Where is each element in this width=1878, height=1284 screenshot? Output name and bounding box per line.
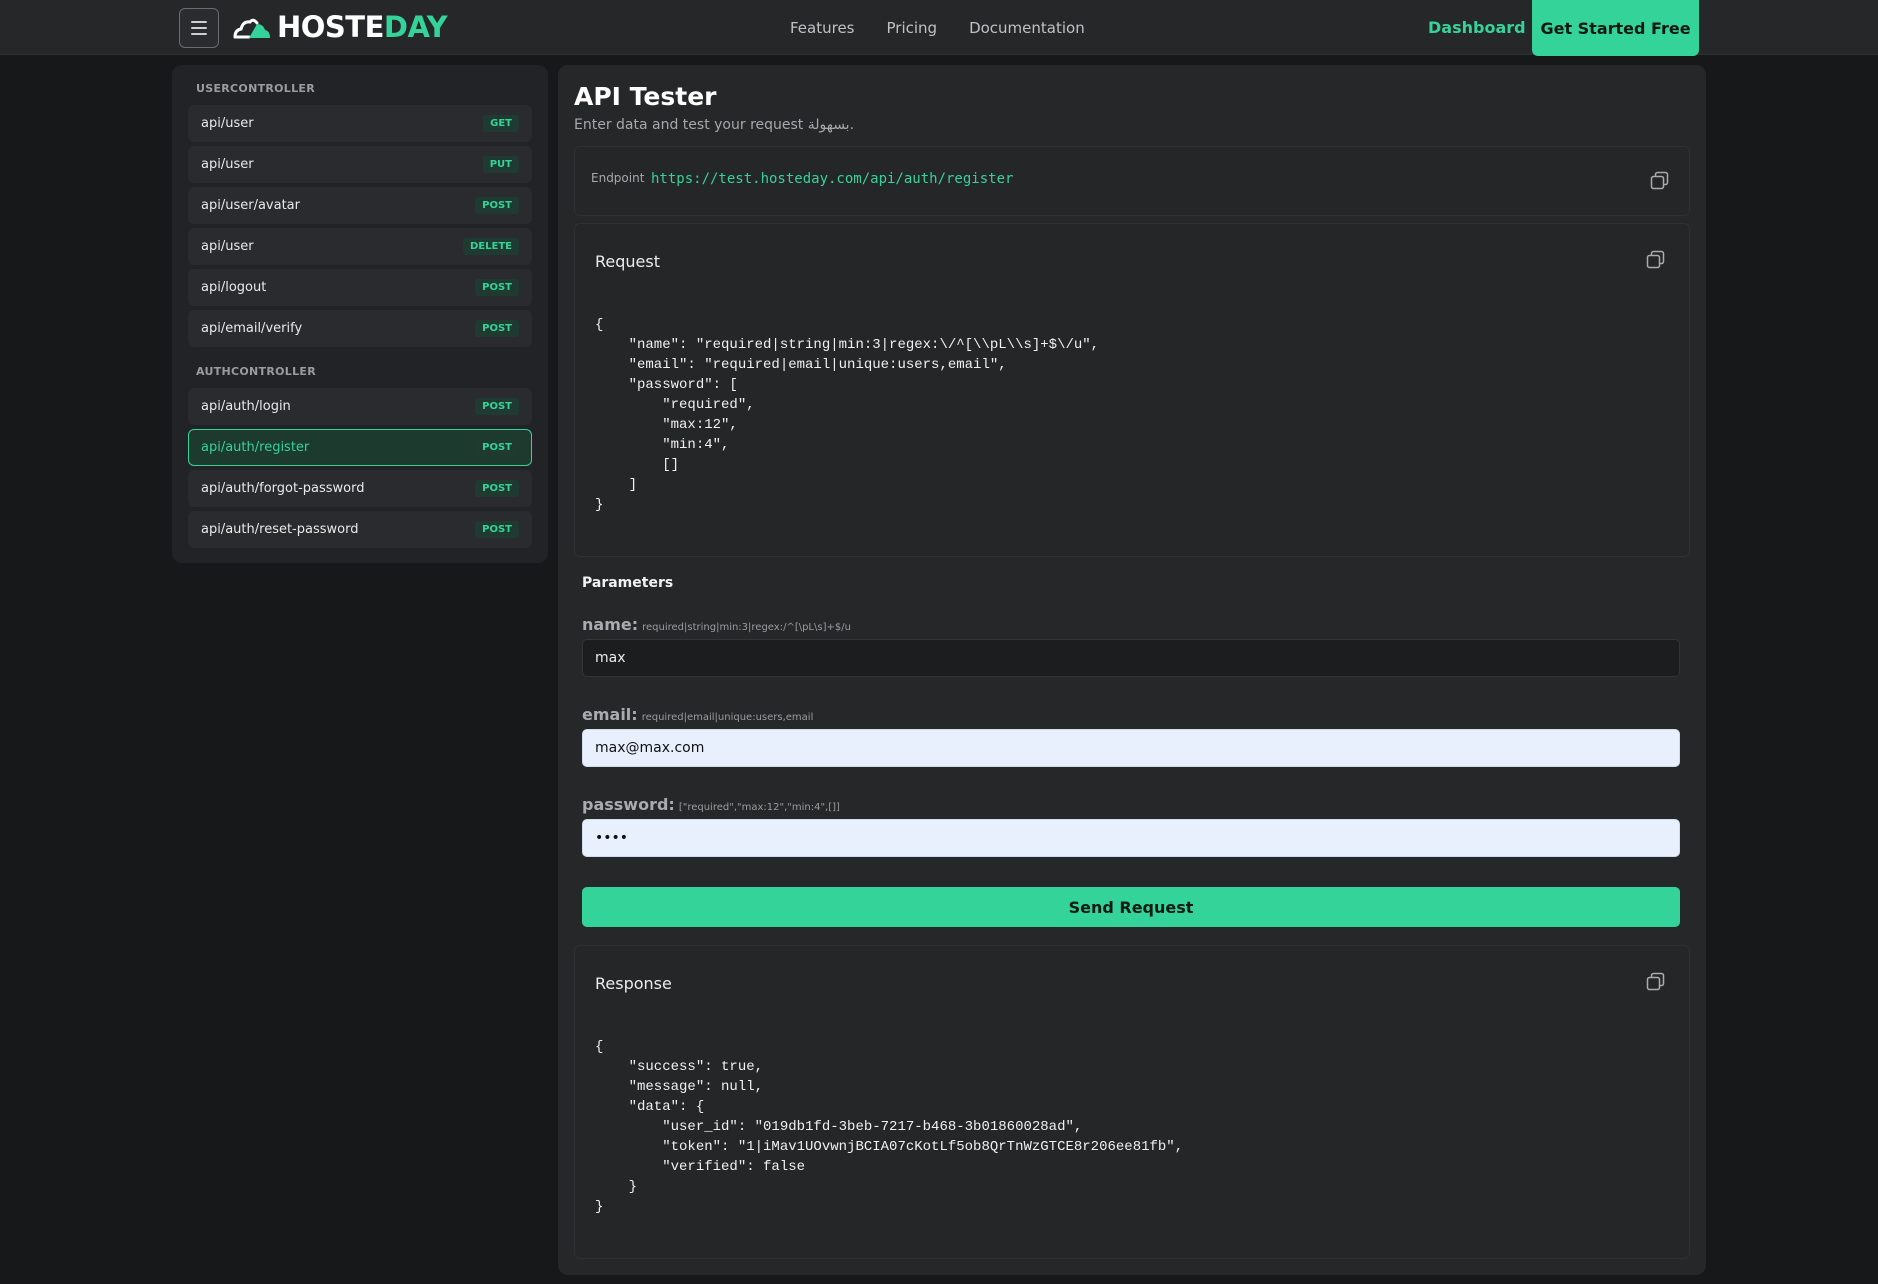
page-subtitle: Enter data and test your request بسهولة. [574,117,855,133]
endpoint-url[interactable]: https://test.hosteday.com/api/auth/regis… [651,171,1013,187]
endpoint-sidebar: USERCONTROLLER api/user GET api/user PUT… [172,65,548,563]
page-title: API Tester [574,82,717,111]
menu-toggle-button[interactable] [179,8,219,48]
dashboard-link[interactable]: Dashboard [1428,0,1526,55]
endpoint-path: api/user [201,116,254,131]
name-field-label: name: required|string|min:3|regex:/^[\pL… [582,615,851,634]
endpoint-path: api/auth/forgot-password [201,481,365,496]
method-badge: DELETE [463,238,519,255]
api-tester-panel: API Tester Enter data and test your requ… [558,65,1706,1275]
sidebar-item-post-logout[interactable]: api/logout POST [188,269,532,306]
sidebar-item-post-auth-register[interactable]: api/auth/register POST [188,429,532,466]
method-badge: PUT [482,156,519,173]
method-badge: POST [475,439,519,456]
hamburger-icon-bar [191,27,207,29]
field-rule: required|string|min:3|regex:/^[\pL\s]+$/… [642,622,851,633]
field-rule: ["required","max:12","min:4",[]] [678,802,840,813]
group-title-authcontroller: AUTHCONTROLLER [196,365,316,378]
sidebar-item-post-auth-forgot-password[interactable]: api/auth/forgot-password POST [188,470,532,507]
logo-text-host: HOSTE [277,10,384,44]
sidebar-item-put-user[interactable]: api/user PUT [188,146,532,183]
copy-endpoint-icon [1650,171,1669,190]
method-badge: POST [475,480,519,497]
copy-icon[interactable] [1645,971,1667,993]
field-rule: required|email|unique:users,email [641,712,814,723]
method-badge: POST [475,197,519,214]
nav-link-documentation[interactable]: Documentation [969,19,1085,37]
logo[interactable]: HOSTEDAY [233,9,448,45]
nav-links: Features Pricing Documentation [790,0,1085,55]
logo-text-day: DAY [383,10,448,44]
field-name: name: [582,615,639,634]
response-body-code: { "success": true, "message": null, "dat… [595,1039,1184,1215]
top-navbar: HOSTEDAY Features Pricing Documentation … [0,0,1878,56]
nav-link-features[interactable]: Features [790,19,855,37]
hamburger-icon-bar [191,33,207,35]
get-started-button[interactable]: Get Started Free [1532,0,1699,56]
email-input[interactable]: max@max.com [582,729,1680,767]
send-request-button[interactable]: Send Request [582,887,1680,927]
sidebar-item-post-auth-reset-password[interactable]: api/auth/reset-password POST [188,511,532,548]
request-title: Request [595,252,660,271]
endpoint-label: Endpoint [591,171,645,185]
request-card: Request { "name": "required|string|min:3… [574,223,1690,557]
endpoint-path: api/auth/register [201,440,310,455]
sidebar-item-delete-user[interactable]: api/user DELETE [188,228,532,265]
sidebar-item-post-email-verify[interactable]: api/email/verify POST [188,310,532,347]
copy-request-icon [1646,250,1665,269]
field-name: password: [582,795,675,814]
endpoint-path: api/logout [201,280,267,295]
request-body-code: { "name": "required|string|min:3|regex:\… [595,317,1100,513]
name-input[interactable]: max [582,639,1680,677]
field-name: email: [582,705,638,724]
copy-icon[interactable] [1649,170,1671,192]
response-title: Response [595,974,672,993]
password-input[interactable]: •••• [582,819,1680,857]
method-badge: POST [475,279,519,296]
group-title-usercontroller: USERCONTROLLER [196,82,315,95]
copy-response-icon [1646,972,1665,991]
email-field-label: email: required|email|unique:users,email [582,705,813,724]
response-card: Response { "success": true, "message": n… [574,945,1690,1259]
logo-text: HOSTEDAY [277,10,448,44]
password-field-label: password: ["required","max:12","min:4",[… [582,795,840,814]
endpoint-path: api/user [201,157,254,172]
sidebar-item-post-user-avatar[interactable]: api/user/avatar POST [188,187,532,224]
endpoint-path: api/auth/login [201,399,291,414]
hamburger-icon [191,21,207,23]
cloud-logo-icon [233,18,270,39]
endpoint-path: api/user/avatar [201,198,300,213]
parameters-title: Parameters [582,575,674,591]
parameters-section: Parameters name: required|string|min:3|r… [574,565,1690,940]
endpoint-card: Endpoint https://test.hosteday.com/api/a… [574,146,1690,216]
endpoint-path: api/auth/reset-password [201,522,359,537]
copy-icon[interactable] [1645,249,1667,271]
nav-link-pricing[interactable]: Pricing [887,19,938,37]
endpoint-path: api/email/verify [201,321,303,336]
endpoint-path: api/user [201,239,254,254]
method-badge: GET [483,115,519,132]
method-badge: POST [475,320,519,337]
sidebar-item-get-user[interactable]: api/user GET [188,105,532,142]
method-badge: POST [475,398,519,415]
method-badge: POST [475,521,519,538]
sidebar-item-post-auth-login[interactable]: api/auth/login POST [188,388,532,425]
